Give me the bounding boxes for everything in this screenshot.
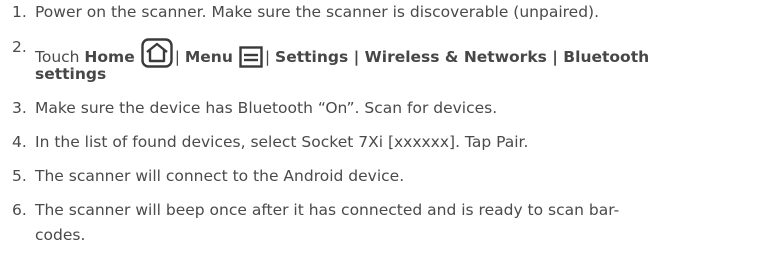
separator: |	[264, 48, 276, 66]
step-number: 6.	[12, 201, 27, 219]
menu-icon	[239, 46, 263, 72]
separator: |	[174, 48, 185, 66]
step-text-continued: codes.	[35, 226, 86, 244]
step-number: 1.	[12, 3, 27, 21]
step-number: 4.	[12, 133, 27, 151]
step-number: 5.	[12, 167, 27, 185]
step-number: 2.	[12, 38, 27, 56]
menu-label: Menu	[184, 48, 233, 66]
settings-path: Settings | Wireless & Networks | Bluetoo…	[275, 48, 650, 66]
step-text: The scanner will connect to the Android …	[35, 167, 405, 185]
settings-path-continued: settings	[35, 65, 107, 83]
step-text: Power on the scanner. Make sure the scan…	[35, 3, 600, 21]
step-prefix: Touch	[35, 48, 85, 66]
step-text: The scanner will beep once after it has …	[35, 201, 620, 219]
home-icon	[141, 38, 173, 72]
step-text: Make sure the device has Bluetooth “On”.…	[35, 99, 498, 117]
home-label: Home	[84, 48, 135, 66]
step-text: In the list of found devices, select Soc…	[35, 133, 529, 151]
step-number: 3.	[12, 99, 27, 117]
step-text: Touch Home | Menu | Settings | Wireless & …	[35, 38, 649, 72]
instruction-list: 1. Power on the scanner. Make sure the s…	[0, 0, 767, 258]
